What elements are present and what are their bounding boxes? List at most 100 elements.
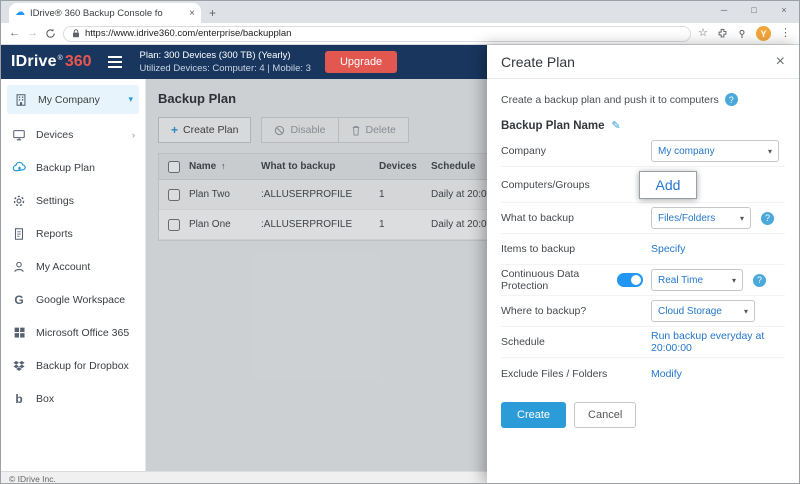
plan-line: Plan: 300 Devices (300 TB) (Yearly) [139, 49, 291, 61]
plan-what: :ALLUSERPROFILE [261, 219, 353, 230]
computers-groups-label: Computers/Groups [501, 178, 590, 191]
cdp-row: Continuous Data Protection Real Time ▾ ? [501, 265, 785, 296]
create-plan-panel: Create Plan × Create a backup plan and p… [487, 45, 799, 483]
window-close-button[interactable]: × [769, 1, 799, 21]
cdp-toggle[interactable] [617, 273, 643, 287]
what-to-backup-select[interactable]: Files/Folders ▾ [651, 207, 751, 229]
exclude-label: Exclude Files / Folders [501, 367, 608, 380]
create-plan-button[interactable]: + Create Plan [158, 117, 252, 143]
sidebar-item-reports[interactable]: Reports [1, 217, 145, 250]
delete-button[interactable]: Delete [338, 117, 409, 143]
sidebar-item-office-365[interactable]: Microsoft Office 365 [1, 316, 145, 349]
sidebar-item-label: Reports [36, 227, 73, 240]
upgrade-button[interactable]: Upgrade [324, 51, 398, 73]
create-plan-label: Create Plan [183, 124, 239, 136]
sidebar-item-google-workspace[interactable]: G Google Workspace [1, 283, 145, 316]
cloud-backup-icon [11, 160, 27, 175]
col-name[interactable]: Name ↑ [189, 161, 261, 172]
panel-subtitle: Create a backup plan and push it to comp… [501, 93, 719, 106]
window-maximize-button[interactable]: □ [739, 1, 769, 21]
backup-plan-name-label: Backup Plan Name [501, 119, 605, 132]
box-icon: b [15, 391, 23, 406]
lock-icon [72, 29, 80, 38]
cancel-button[interactable]: Cancel [574, 402, 637, 428]
plan-devices: 1 [379, 219, 385, 230]
schedule-link[interactable]: Run backup everyday at 20:00:00 [651, 330, 785, 354]
logo-reg-mark: ® [57, 55, 63, 62]
address-bar: ← → https://www.idrive360.com/enterprise… [1, 23, 799, 45]
sidebar-item-dropbox[interactable]: Backup for Dropbox [1, 349, 145, 382]
row-checkbox[interactable] [168, 188, 180, 201]
browser-menu-icon[interactable]: ⋮ [780, 28, 791, 39]
company-select[interactable]: My company ▾ [651, 140, 779, 162]
new-tab-button[interactable]: + [209, 6, 216, 20]
forward-icon[interactable]: → [27, 28, 38, 39]
company-label: Company [501, 145, 546, 157]
help-icon[interactable]: ? [753, 273, 766, 287]
dropbox-icon [11, 359, 27, 373]
sidebar-item-label: Backup Plan [36, 161, 95, 174]
sidebar-item-label: Google Workspace [36, 293, 126, 306]
google-g-icon: G [14, 292, 24, 307]
sidebar-item-label: Settings [36, 194, 74, 207]
bookmark-star-icon[interactable]: ☆ [698, 28, 708, 39]
sidebar-item-my-company[interactable]: My Company ▾ [7, 85, 139, 114]
cdp-frequency-select[interactable]: Real Time ▾ [651, 269, 743, 291]
add-computers-button[interactable]: Add [639, 170, 697, 199]
sidebar: My Company ▾ Devices › Backup Plan Setti… [1, 79, 146, 471]
specify-link[interactable]: Specify [651, 243, 685, 255]
computers-groups-row: Computers/Groups Add [501, 167, 785, 203]
edit-pencil-icon[interactable]: ✎ [612, 119, 621, 132]
tab-close-icon[interactable]: × [189, 8, 195, 19]
help-icon[interactable]: ? [724, 93, 738, 106]
what-to-backup-label: What to backup [501, 212, 574, 224]
chevron-down-icon: ▾ [128, 94, 133, 104]
sidebar-item-label: Microsoft Office 365 [36, 326, 130, 339]
items-to-backup-row: Items to backup Specify [501, 234, 785, 265]
row-checkbox[interactable] [168, 218, 180, 231]
disable-button[interactable]: Disable [261, 117, 339, 143]
items-to-backup-label: Items to backup [501, 243, 576, 255]
tab-strip: ☁ IDrive® 360 Backup Console fo × + ─ □ … [1, 1, 799, 23]
sidebar-item-settings[interactable]: Settings [1, 184, 145, 217]
extensions-puzzle-icon[interactable] [717, 28, 728, 39]
where-to-backup-select[interactable]: Cloud Storage ▾ [651, 300, 755, 322]
hamburger-menu-icon[interactable] [107, 56, 122, 68]
url-text: https://www.idrive360.com/enterprise/bac… [85, 28, 292, 39]
back-icon[interactable]: ← [9, 28, 20, 39]
sidebar-item-devices[interactable]: Devices › [1, 118, 145, 151]
profile-avatar[interactable]: Y [756, 26, 771, 41]
trash-icon [351, 125, 361, 136]
help-icon[interactable]: ? [761, 211, 774, 225]
refresh-icon[interactable] [45, 28, 56, 39]
what-select-value: Files/Folders [658, 212, 716, 224]
plan-info: Plan: 300 Devices (300 TB) (Yearly) Util… [140, 49, 311, 76]
caret-down-icon: ▾ [743, 306, 748, 316]
copyright-text: © IDrive Inc. [9, 473, 56, 484]
select-all-checkbox[interactable] [168, 160, 180, 173]
col-what-to-backup[interactable]: What to backup [261, 161, 379, 172]
modify-link[interactable]: Modify [651, 368, 682, 380]
col-devices[interactable]: Devices [379, 161, 431, 172]
pin-icon[interactable] [737, 29, 747, 39]
sidebar-item-label: My Account [36, 260, 91, 273]
delete-label: Delete [365, 124, 396, 136]
browser-tab[interactable]: ☁ IDrive® 360 Backup Console fo × [9, 3, 201, 23]
sidebar-item-label: Box [36, 392, 55, 405]
schedule-row: Schedule Run backup everyday at 20:00:00 [501, 327, 785, 358]
where-to-backup-row: Where to backup? Cloud Storage ▾ [501, 296, 785, 327]
gear-icon [11, 194, 27, 208]
close-icon[interactable]: × [776, 53, 785, 70]
sidebar-item-backup-plan[interactable]: Backup Plan [1, 151, 145, 184]
office-grid-icon [11, 326, 27, 339]
disable-icon [274, 125, 285, 136]
url-field[interactable]: https://www.idrive360.com/enterprise/bac… [63, 25, 692, 42]
sidebar-item-my-account[interactable]: My Account [1, 250, 145, 283]
caret-down-icon: ▾ [731, 275, 736, 285]
sidebar-item-box[interactable]: b Box [1, 382, 145, 415]
chevron-right-icon: › [132, 129, 135, 140]
create-button[interactable]: Create [501, 402, 567, 428]
window-minimize-button[interactable]: ─ [709, 1, 739, 21]
plus-icon: + [171, 123, 179, 137]
sort-ascending-icon: ↑ [221, 161, 226, 171]
